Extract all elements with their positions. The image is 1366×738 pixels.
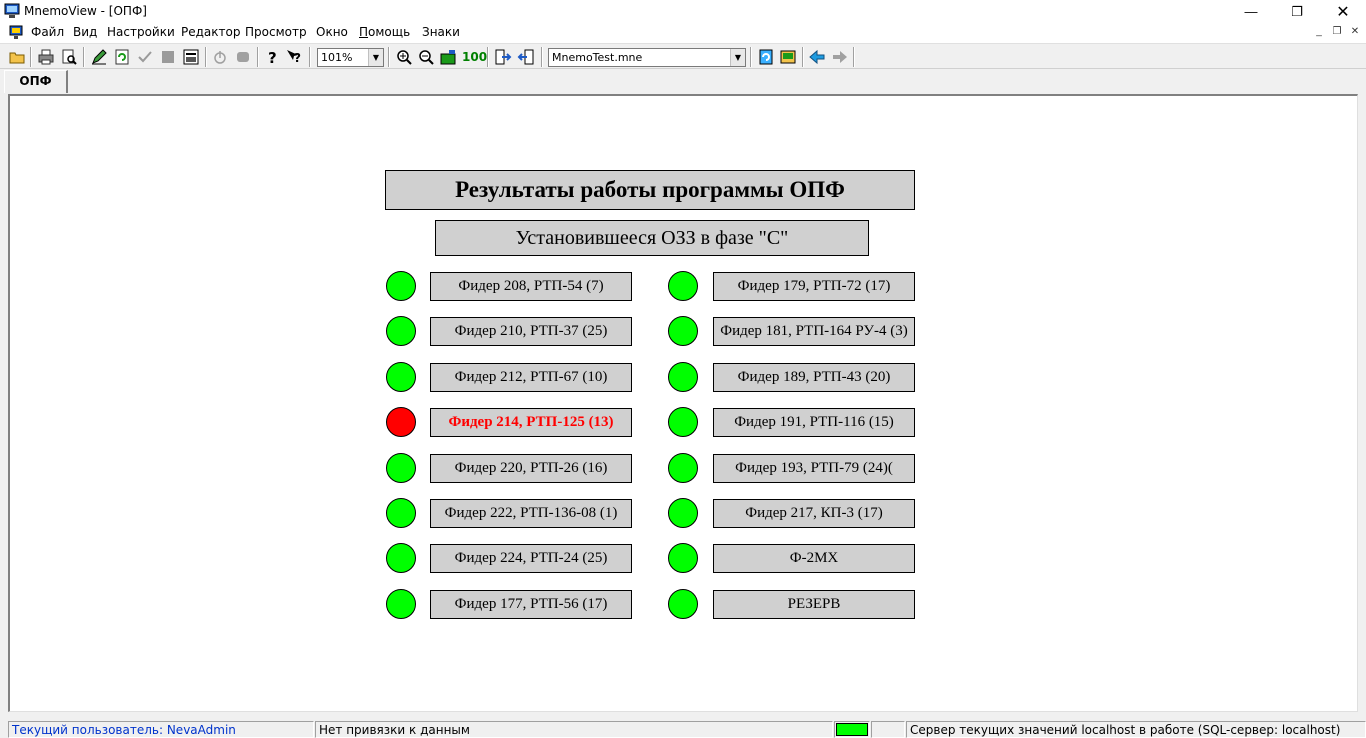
cylinder-icon[interactable]: [234, 48, 252, 66]
close-button[interactable]: ✕: [1320, 0, 1366, 23]
alarm-lamp: [386, 407, 416, 437]
mnemo-canvas: Результаты работы программы ОПФ Установи…: [8, 94, 1358, 712]
forward-arrow-icon[interactable]: [831, 48, 849, 66]
power-icon[interactable]: [211, 48, 229, 66]
file-value: MnemoTest.mne: [552, 51, 643, 64]
feeder-label[interactable]: Фидер 193, РТП-79 (24)(: [713, 454, 915, 483]
context-help-icon[interactable]: ?: [285, 48, 303, 66]
status-lamp: [386, 362, 416, 392]
status-lamp: [668, 362, 698, 392]
stop-square-icon[interactable]: [159, 48, 177, 66]
open-folder-icon[interactable]: [8, 48, 26, 66]
mnemo-subtitle: Установившееся ОЗЗ в фазе "С": [435, 220, 869, 256]
menu-editor[interactable]: Редактор: [181, 25, 240, 39]
window-icon[interactable]: [182, 48, 200, 66]
refresh-icon[interactable]: [113, 48, 131, 66]
mdi-child-icon[interactable]: [8, 24, 24, 40]
status-lamp: [386, 271, 416, 301]
app-icon: [4, 3, 20, 18]
window-title: MnemoView - [ОПФ]: [24, 4, 147, 18]
menu-bar: Файл Вид Настройки Редактор Просмотр Окн…: [0, 23, 1366, 43]
status-user: Текущий пользователь: NevaAdmin: [8, 721, 314, 738]
status-bar: Текущий пользователь: NevaAdmin Нет прив…: [0, 719, 1366, 738]
zoom-combo[interactable]: 101% ▼: [317, 48, 384, 67]
feeder-label[interactable]: Фидер 220, РТП-26 (16): [430, 454, 632, 483]
mdi-restore-button[interactable]: ❐: [1329, 26, 1345, 40]
feeder-label[interactable]: Фидер 177, РТП-56 (17): [430, 590, 632, 619]
reload-icon[interactable]: [757, 48, 775, 66]
menu-settings[interactable]: Настройки: [107, 25, 175, 39]
feeder-label[interactable]: Фидер 189, РТП-43 (20): [713, 363, 915, 392]
status-indicator-cell: [834, 721, 870, 738]
check-icon[interactable]: [136, 48, 154, 66]
mdi-close-button[interactable]: ✕: [1347, 26, 1363, 40]
maximize-button[interactable]: ❐: [1274, 0, 1320, 23]
zoom-100-icon[interactable]: 100: [462, 48, 487, 66]
feeder-label[interactable]: Фидер 217, КП-3 (17): [713, 499, 915, 528]
menu-view[interactable]: Вид: [73, 25, 97, 39]
status-lamp: [386, 498, 416, 528]
status-lamp: [386, 316, 416, 346]
status-lamp: [668, 407, 698, 437]
minimize-button[interactable]: —: [1228, 0, 1274, 23]
menu-signs[interactable]: Знаки: [422, 25, 460, 39]
zoom-fit-icon[interactable]: [439, 48, 457, 66]
menu-window[interactable]: Окно: [316, 25, 348, 39]
status-lamp: [668, 453, 698, 483]
back-arrow-icon[interactable]: [808, 48, 826, 66]
feeder-label[interactable]: Фидер 224, РТП-24 (25): [430, 544, 632, 573]
status-indicator: [836, 723, 868, 736]
menu-preview[interactable]: Просмотр: [245, 25, 307, 39]
print-preview-icon[interactable]: [60, 48, 78, 66]
status-lamp: [668, 498, 698, 528]
edit-pencil-icon[interactable]: [90, 48, 108, 66]
status-lamp: [386, 589, 416, 619]
status-binding: Нет привязки к данным: [315, 721, 833, 738]
chevron-down-icon[interactable]: ▼: [368, 49, 383, 66]
tab-strip: ОПФ: [0, 69, 1366, 93]
svg-text:?: ?: [268, 49, 277, 66]
zoom-in-icon[interactable]: [395, 48, 413, 66]
help-icon[interactable]: ?: [263, 48, 281, 66]
status-lamp: [386, 453, 416, 483]
image-icon[interactable]: [779, 48, 797, 66]
feeder-label[interactable]: Фидер 181, РТП-164 РУ-4 (3): [713, 317, 915, 346]
status-lamp: [668, 543, 698, 573]
mnemo-file-combo[interactable]: MnemoTest.mne ▼: [548, 48, 746, 67]
feeder-label[interactable]: Фидер 222, РТП-136-08 (1): [430, 499, 632, 528]
menu-file[interactable]: Файл: [31, 25, 64, 39]
feeder-label[interactable]: Ф-2МХ: [713, 544, 915, 573]
export-icon[interactable]: [517, 48, 535, 66]
feeder-label[interactable]: Фидер 179, РТП-72 (17): [713, 272, 915, 301]
mnemo-title: Результаты работы программы ОПФ: [385, 170, 915, 210]
toolbar: ? ? 101% ▼ 100 MnemoTest.mne ▼: [0, 43, 1366, 69]
feeder-label[interactable]: Фидер 212, РТП-67 (10): [430, 363, 632, 392]
status-lamp: [386, 543, 416, 573]
zoom-out-icon[interactable]: [417, 48, 435, 66]
print-icon[interactable]: [37, 48, 55, 66]
status-lamp: [668, 316, 698, 346]
svg-text:?: ?: [294, 51, 301, 65]
feeder-label[interactable]: РЕЗЕРВ: [713, 590, 915, 619]
tab-opf[interactable]: ОПФ: [4, 70, 68, 93]
import-icon[interactable]: [494, 48, 512, 66]
feeder-label[interactable]: Фидер 210, РТП-37 (25): [430, 317, 632, 346]
chevron-down-icon[interactable]: ▼: [730, 49, 745, 66]
status-lamp: [668, 589, 698, 619]
status-lamp: [668, 271, 698, 301]
feeder-label[interactable]: Фидер 214, РТП-125 (13): [430, 408, 632, 437]
status-server: Сервер текущих значений localhost в рабо…: [906, 721, 1366, 738]
title-bar: MnemoView - [ОПФ] — ❐ ✕: [0, 0, 1366, 23]
zoom-value: 101%: [321, 51, 353, 64]
menu-help[interactable]: Помощь: [359, 25, 410, 39]
status-empty-cell: [871, 721, 905, 738]
mdi-minimize-button[interactable]: _: [1311, 26, 1327, 40]
feeder-label[interactable]: Фидер 191, РТП-116 (15): [713, 408, 915, 437]
feeder-label[interactable]: Фидер 208, РТП-54 (7): [430, 272, 632, 301]
